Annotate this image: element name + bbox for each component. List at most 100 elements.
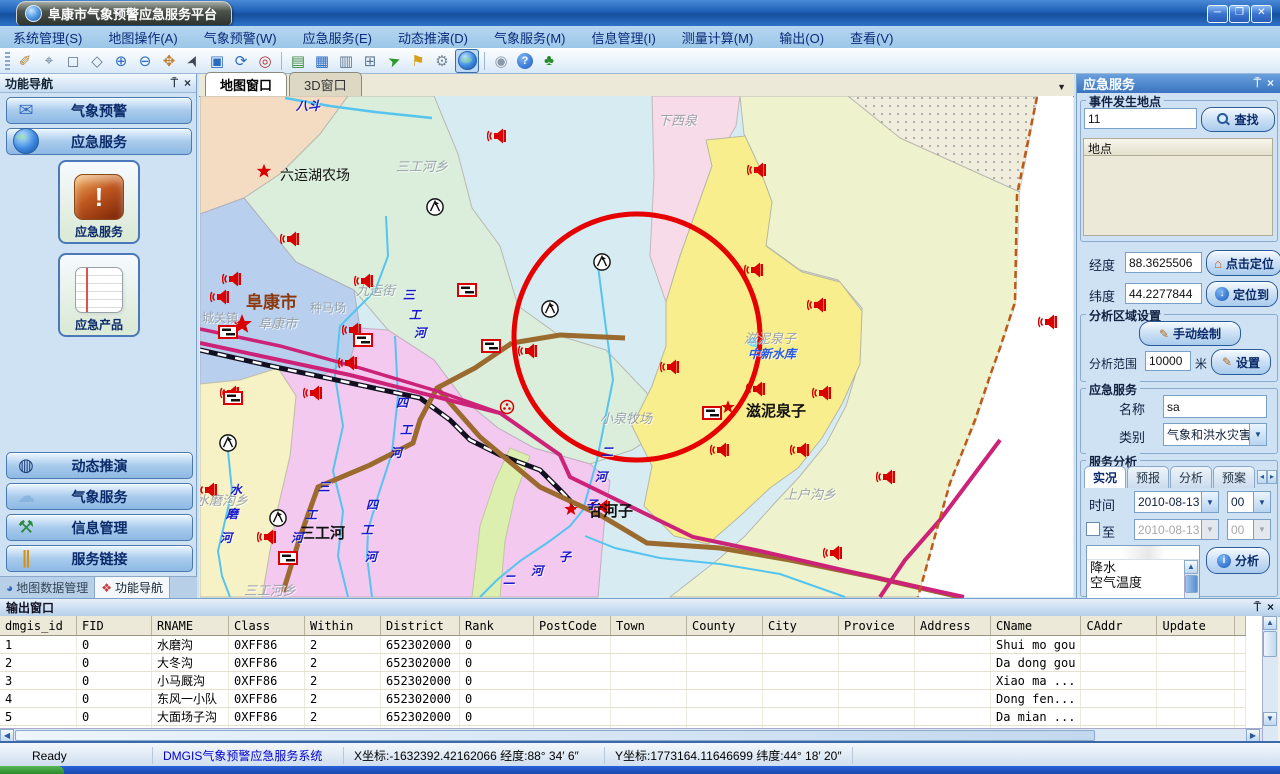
column-header[interactable]: Rank <box>460 616 534 636</box>
analyze-button[interactable]: i 分析 <box>1206 547 1270 574</box>
list-item[interactable]: 降水 <box>1087 560 1199 575</box>
refresh-icon[interactable]: ⟳ <box>230 50 252 72</box>
menu-item[interactable]: 气象服务(M) <box>481 26 579 49</box>
date-to-select[interactable]: 2010-08-13▼ <box>1134 519 1219 540</box>
pointer-icon[interactable]: ➤ <box>182 50 204 72</box>
zoom-in-icon[interactable]: ⊕ <box>110 50 132 72</box>
table-row[interactable]: 30小马厩沟0XFF8626523020000Xiao ma ... <box>0 672 1246 690</box>
globe-icon[interactable] <box>455 49 479 73</box>
service-name-input[interactable] <box>1163 395 1267 418</box>
close-icon[interactable]: × <box>1267 76 1274 91</box>
print-setup-icon[interactable]: ⊞ <box>359 50 381 72</box>
search-button[interactable]: 查找 <box>1201 107 1275 132</box>
analysis-tab-预案[interactable]: 预案 <box>1213 466 1255 488</box>
big-button-应急服务[interactable]: !应急服务 <box>58 160 140 244</box>
column-header[interactable] <box>1235 616 1246 636</box>
manual-draw-button[interactable]: ✎ 手动绘制 <box>1139 321 1241 346</box>
list-item[interactable]: 空气温度 <box>1087 575 1199 590</box>
export-image-icon[interactable]: ▦ <box>311 50 333 72</box>
listbox-filter[interactable] <box>1087 546 1199 560</box>
column-header[interactable]: dmgis_id <box>0 616 77 636</box>
analysis-range-input[interactable] <box>1145 351 1191 371</box>
column-header[interactable]: District <box>381 616 460 636</box>
panel-tab-地图数据管理[interactable]: ◕地图数据管理 <box>0 577 95 598</box>
pin-icon[interactable]: ⍑ <box>1254 76 1261 91</box>
to-checkbox[interactable] <box>1086 522 1100 536</box>
identify-icon[interactable]: ◎ <box>254 50 276 72</box>
menu-item[interactable]: 地图操作(A) <box>95 26 190 49</box>
map-image[interactable] <box>200 96 1073 598</box>
column-header[interactable]: Provice <box>839 616 915 636</box>
close-button[interactable]: ✕ <box>1251 5 1272 23</box>
menu-item[interactable]: 信息管理(I) <box>579 26 669 49</box>
tree-view-icon[interactable]: ♣ <box>538 50 560 72</box>
sidebar-item-气象预警[interactable]: ✉气象预警 <box>6 97 192 124</box>
map-canvas[interactable]: 八斗六运湖农场三工河乡下西泉九运街城关镇阜康市种马场阜康市滋泥泉子中新水库小泉牧… <box>200 96 1073 598</box>
measure-icon[interactable]: ✐ <box>14 50 36 72</box>
sidebar-item-气象服务[interactable]: ☁气象服务 <box>6 483 193 510</box>
menu-item[interactable]: 查看(V) <box>837 26 906 49</box>
column-header[interactable]: Update <box>1157 616 1235 636</box>
table-row[interactable]: 10水磨沟0XFF8626523020000Shui mo gou <box>0 636 1246 654</box>
select-point-icon[interactable]: ⌖ <box>38 50 60 72</box>
locate-to-button[interactable]: ↓ 定位到 <box>1206 281 1278 307</box>
column-header[interactable]: Address <box>915 616 991 636</box>
menu-item[interactable]: 应急服务(E) <box>290 26 385 49</box>
column-header[interactable]: PostCode <box>534 616 611 636</box>
help-icon[interactable]: ? <box>514 50 536 72</box>
column-header[interactable]: FID <box>77 616 152 636</box>
menu-item[interactable]: 动态推演(D) <box>385 26 481 49</box>
restore-button[interactable]: ❐ <box>1229 5 1250 23</box>
print-icon[interactable]: ▥ <box>335 50 357 72</box>
map-tab-2d[interactable]: 地图窗口 <box>205 72 287 96</box>
range-set-button[interactable]: ✎ 设置 <box>1211 349 1271 375</box>
locate-click-button[interactable]: ⌂ 点击定位 <box>1206 250 1280 276</box>
column-header[interactable]: Town <box>611 616 687 636</box>
pan-icon[interactable]: ✥ <box>158 50 180 72</box>
pin-icon[interactable]: ⍑ <box>171 76 178 91</box>
menu-item[interactable]: 系统管理(S) <box>0 26 95 49</box>
sidebar-item-应急服务[interactable]: 应急服务 <box>6 128 192 155</box>
table-row[interactable]: 40东风一小队0XFF8626523020000Dong fen... <box>0 690 1246 708</box>
location-search-input[interactable] <box>1084 108 1197 129</box>
analysis-tab-预报[interactable]: 预报 <box>1127 466 1169 488</box>
sidebar-item-信息管理[interactable]: ⚒信息管理 <box>6 514 193 541</box>
output-vscrollbar[interactable]: ▲ ▼ <box>1262 616 1278 742</box>
menu-item[interactable]: 气象预警(W) <box>191 26 290 49</box>
pin-icon[interactable]: ⍑ <box>1254 600 1261 615</box>
start-button[interactable] <box>0 766 64 774</box>
output-table[interactable]: dmgis_idFIDRNAMEClassWithinDistrictRankP… <box>0 616 1246 728</box>
place-list[interactable] <box>1083 156 1273 236</box>
column-header[interactable]: Within <box>305 616 381 636</box>
longitude-input[interactable] <box>1125 252 1202 273</box>
menu-item[interactable]: 输出(O) <box>766 26 837 49</box>
tab-scroll-right-icon[interactable]: ▸ <box>1267 470 1277 484</box>
layers-icon[interactable]: ▤ <box>287 50 309 72</box>
table-row[interactable]: 50大面场子沟0XFF8626523020000Da mian ... <box>0 708 1246 726</box>
minimize-button[interactable]: ─ <box>1207 5 1228 23</box>
table-row[interactable]: 20大冬沟0XFF8626523020000Da dong gou <box>0 654 1246 672</box>
service-type-select[interactable]: 气象和洪水灾害 ▼ <box>1163 423 1267 446</box>
close-icon[interactable]: × <box>184 76 191 91</box>
sidebar-item-服务链接[interactable]: ∥服务链接 <box>6 545 193 572</box>
select-polygon-icon[interactable]: ◇ <box>86 50 108 72</box>
analysis-tab-分析[interactable]: 分析 <box>1170 466 1212 488</box>
settings-icon[interactable]: ⚙ <box>431 50 453 72</box>
column-header[interactable]: RNAME <box>152 616 229 636</box>
map-tab-3d[interactable]: 3D窗口 <box>289 72 362 96</box>
hour-select[interactable]: 00▼ <box>1227 491 1271 513</box>
toolbar-grip[interactable] <box>5 52 10 70</box>
panel-tab-功能导航[interactable]: ❖功能导航 <box>95 577 170 598</box>
column-header[interactable]: CAddr <box>1081 616 1157 636</box>
element-listbox[interactable]: 降水空气温度 ▲ <box>1086 545 1200 600</box>
date-select[interactable]: 2010-08-13▼ <box>1134 491 1219 513</box>
select-rect-icon[interactable]: ◻ <box>62 50 84 72</box>
zoom-out-icon[interactable]: ⊖ <box>134 50 156 72</box>
full-extent-icon[interactable]: ▣ <box>206 50 228 72</box>
hour-to-select[interactable]: 00▼ <box>1227 519 1271 540</box>
close-icon[interactable]: × <box>1267 600 1274 615</box>
column-header[interactable]: County <box>687 616 763 636</box>
eye-icon[interactable]: ◉ <box>490 50 512 72</box>
tab-scroll-left-icon[interactable]: ◂ <box>1257 470 1267 484</box>
menu-item[interactable]: 测量计算(M) <box>669 26 767 49</box>
